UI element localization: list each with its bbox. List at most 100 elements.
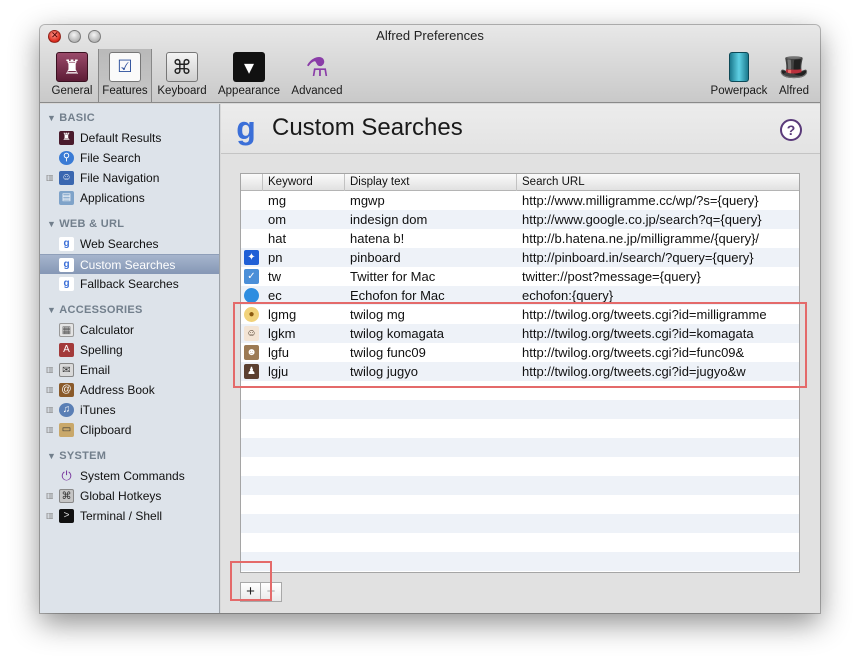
sidebar-item-default-results[interactable]: ♜ Default Results xyxy=(40,128,219,148)
hotkey-icon: ⌘ xyxy=(59,489,74,503)
search-url-cell[interactable]: echofon:{query} xyxy=(517,286,799,305)
sidebar-item-custom-searches[interactable]: g Custom Searches xyxy=(40,254,219,274)
display-text-cell[interactable]: twilog komagata xyxy=(345,324,517,343)
sidebar-item-calculator[interactable]: ▦ Calculator xyxy=(40,320,219,340)
display-text-cell[interactable]: pinboard xyxy=(345,248,517,267)
search-url-cell[interactable]: http://twilog.org/tweets.cgi?id=func09& xyxy=(517,343,799,362)
table-row[interactable]: mg mgwp http://www.milligramme.cc/wp/?s=… xyxy=(241,191,799,210)
toolbar: ♜ General ☑ Features ⌘ Keyboard ▾ Appear… xyxy=(46,49,814,103)
section-basic[interactable]: ▼ BASIC xyxy=(40,108,219,128)
sidebar-item-address-book[interactable]: ▥ @ Address Book xyxy=(40,380,219,400)
keyword-cell[interactable]: mg xyxy=(263,191,345,210)
column-header-keyword[interactable]: Keyword xyxy=(263,174,345,191)
sidebar: ▼ BASIC ♜ Default Results ⚲ File Search ▥… xyxy=(40,104,220,613)
keyword-cell[interactable]: hat xyxy=(263,229,345,248)
search-url-cell[interactable]: http://pinboard.in/search/?query={query} xyxy=(517,248,799,267)
table-row[interactable]: ☻ lgfu twilog func09 http://twilog.org/t… xyxy=(241,343,799,362)
section-system[interactable]: ▼ SYSTEM xyxy=(40,446,219,466)
section-accessories[interactable]: ▼ ACCESSORIES xyxy=(40,300,219,320)
google-icon: g xyxy=(59,237,74,251)
keyword-cell[interactable]: lgju xyxy=(263,362,345,381)
sidebar-item-fallback-searches[interactable]: g Fallback Searches xyxy=(40,274,219,294)
toolbar-powerpack[interactable]: Powerpack xyxy=(706,49,772,102)
toolbar-keyboard[interactable]: ⌘ Keyboard xyxy=(154,49,210,102)
table-row[interactable]: ec Echofon for Mac echofon:{query} xyxy=(241,286,799,305)
expand-handle-icon[interactable]: ▥ xyxy=(46,168,54,188)
keyword-cell[interactable]: ec xyxy=(263,286,345,305)
expand-handle-icon[interactable]: ▥ xyxy=(46,486,54,506)
disclosure-triangle-icon: ▼ xyxy=(47,305,57,315)
toolbar-label: Features xyxy=(102,85,148,97)
expand-handle-icon[interactable]: ▥ xyxy=(46,506,54,526)
toolbar-general[interactable]: ♜ General xyxy=(46,49,98,102)
display-text-cell[interactable]: twilog func09 xyxy=(345,343,517,362)
toolbar-appearance[interactable]: ▾ Appearance xyxy=(214,49,284,102)
expand-handle-icon[interactable]: ▥ xyxy=(46,360,54,380)
search-url-cell[interactable]: http://twilog.org/tweets.cgi?id=milligra… xyxy=(517,305,799,324)
sidebar-item-terminal-shell[interactable]: ▥ > Terminal / Shell xyxy=(40,506,219,526)
hat-icon: ♜ xyxy=(56,52,88,82)
address-book-icon: @ xyxy=(59,383,74,397)
display-text-cell[interactable]: mgwp xyxy=(345,191,517,210)
table-row[interactable]: ● lgmg twilog mg http://twilog.org/tweet… xyxy=(241,305,799,324)
expand-handle-icon[interactable]: ▥ xyxy=(46,400,54,420)
search-url-cell[interactable]: http://twilog.org/tweets.cgi?id=komagata xyxy=(517,324,799,343)
toolbar-advanced[interactable]: ⚗ Advanced xyxy=(288,49,346,102)
column-header-search-url[interactable]: Search URL xyxy=(517,174,799,191)
keyword-cell[interactable]: tw xyxy=(263,267,345,286)
disclosure-triangle-icon: ▼ xyxy=(47,113,57,123)
search-url-cell[interactable]: http://b.hatena.ne.jp/milligramme/{query… xyxy=(517,229,799,248)
keyword-cell[interactable]: pn xyxy=(263,248,345,267)
search-url-cell[interactable]: http://www.milligramme.cc/wp/?s={query} xyxy=(517,191,799,210)
search-url-cell[interactable]: http://twilog.org/tweets.cgi?id=jugyo&w xyxy=(517,362,799,381)
panel-header: g Custom Searches ? xyxy=(221,104,820,154)
expand-handle-icon[interactable]: ▥ xyxy=(46,420,54,440)
search-url-cell[interactable]: http://www.google.co.jp/search?q={query} xyxy=(517,210,799,229)
toolbar-alfred[interactable]: 🎩 Alfred xyxy=(774,49,814,102)
column-header-icon[interactable] xyxy=(241,174,263,191)
display-text-cell[interactable]: Echofon for Mac xyxy=(345,286,517,305)
section-web-url[interactable]: ▼ WEB & URL xyxy=(40,214,219,234)
keyword-cell[interactable]: lgmg xyxy=(263,305,345,324)
sidebar-item-itunes[interactable]: ▥ ♫ iTunes xyxy=(40,400,219,420)
display-text-cell[interactable]: indesign dom xyxy=(345,210,517,229)
keyword-cell[interactable]: lgfu xyxy=(263,343,345,362)
table-row[interactable]: ♟ lgju twilog jugyo http://twilog.org/tw… xyxy=(241,362,799,381)
display-text-cell[interactable]: twilog jugyo xyxy=(345,362,517,381)
row-icon-cell xyxy=(241,210,263,229)
table-row[interactable]: om indesign dom http://www.google.co.jp/… xyxy=(241,210,799,229)
keyword-cell[interactable]: om xyxy=(263,210,345,229)
table-row[interactable]: ☺ lgkm twilog komagata http://twilog.org… xyxy=(241,324,799,343)
table-row[interactable]: ✦ pn pinboard http://pinboard.in/search/… xyxy=(241,248,799,267)
expand-handle-icon[interactable]: ▥ xyxy=(46,380,54,400)
display-text-cell[interactable]: hatena b! xyxy=(345,229,517,248)
remove-button[interactable]: − xyxy=(261,582,282,602)
display-text-cell[interactable]: Twitter for Mac xyxy=(345,267,517,286)
calculator-icon: ▦ xyxy=(59,323,74,337)
sidebar-item-file-navigation[interactable]: ▥ ☺ File Navigation xyxy=(40,168,219,188)
sidebar-item-spelling[interactable]: A Spelling xyxy=(40,340,219,360)
sidebar-item-email[interactable]: ▥ ✉ Email xyxy=(40,360,219,380)
sidebar-item-file-search[interactable]: ⚲ File Search xyxy=(40,148,219,168)
sidebar-item-web-searches[interactable]: g Web Searches xyxy=(40,234,219,254)
search-url-cell[interactable]: twitter://post?message={query} xyxy=(517,267,799,286)
table-row[interactable]: ✓ tw Twitter for Mac twitter://post?mess… xyxy=(241,267,799,286)
row-icon-cell: ☺ xyxy=(241,324,263,343)
help-button[interactable]: ? xyxy=(780,119,802,141)
empty-rows xyxy=(241,381,799,571)
toolbar-features[interactable]: ☑ Features xyxy=(98,49,152,102)
sidebar-item-global-hotkeys[interactable]: ▥ ⌘ Global Hotkeys xyxy=(40,486,219,506)
sidebar-item-clipboard[interactable]: ▥ ▭ Clipboard xyxy=(40,420,219,440)
sidebar-item-system-commands[interactable]: ⏻ System Commands xyxy=(40,466,219,486)
column-header-display-text[interactable]: Display text xyxy=(345,174,517,191)
sidebar-item-applications[interactable]: ▤ Applications xyxy=(40,188,219,208)
add-button[interactable]: + xyxy=(240,582,261,602)
dictionary-icon: A xyxy=(59,343,74,357)
folder-icon: ▤ xyxy=(59,191,74,205)
alfred-hat-icon: 🎩 xyxy=(779,53,809,81)
page-title: Custom Searches xyxy=(272,114,463,141)
keyword-cell[interactable]: lgkm xyxy=(263,324,345,343)
table-row[interactable]: hat hatena b! http://b.hatena.ne.jp/mill… xyxy=(241,229,799,248)
row-icon-cell: ☻ xyxy=(241,343,263,362)
display-text-cell[interactable]: twilog mg xyxy=(345,305,517,324)
